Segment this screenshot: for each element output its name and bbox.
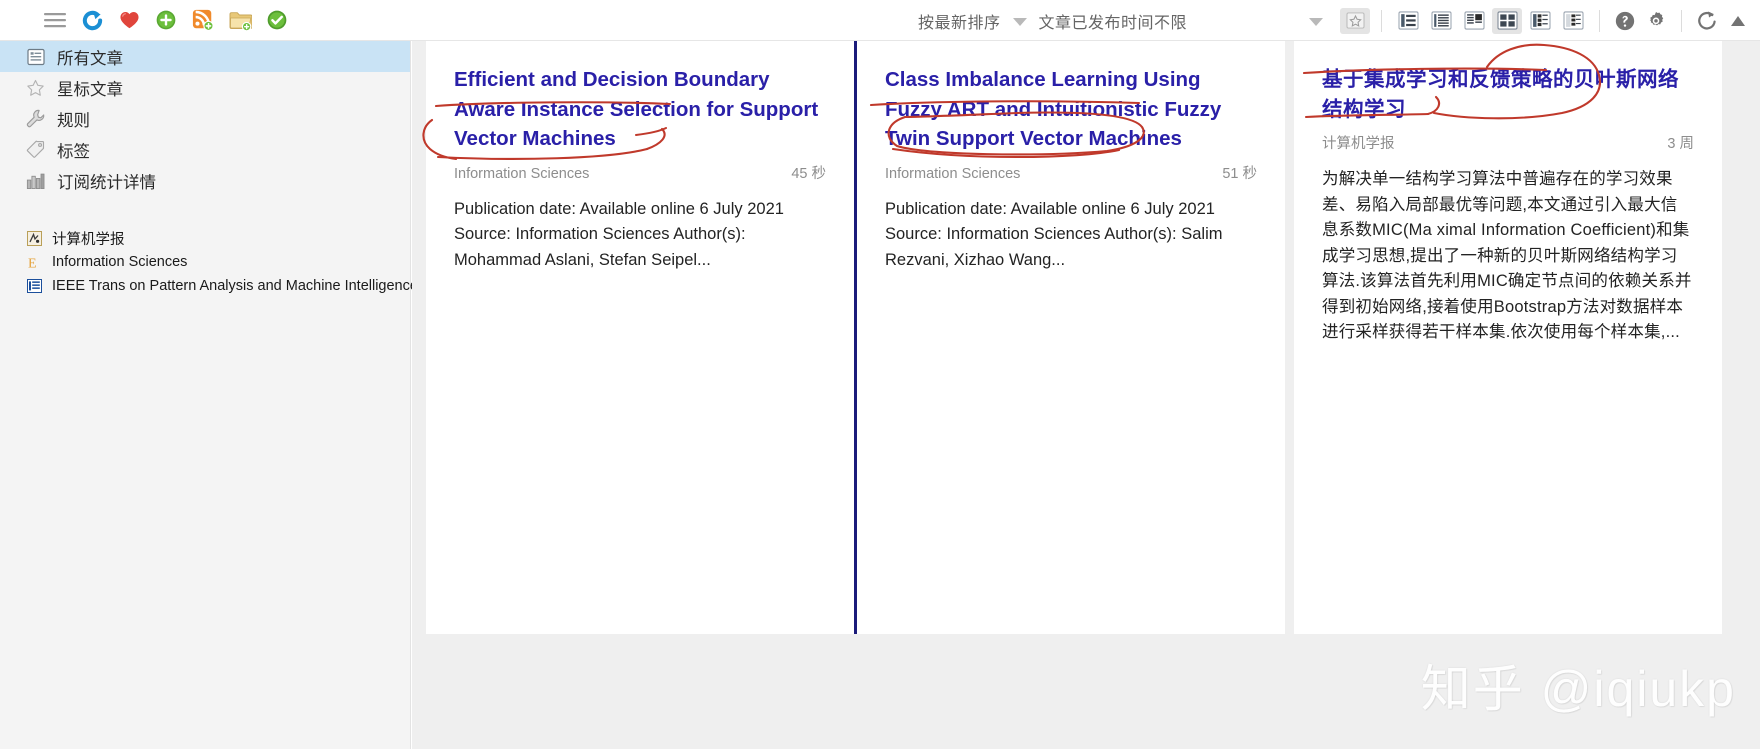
- time-filter-label[interactable]: 文章已发布时间不限: [1039, 9, 1188, 33]
- article-meta: Information Sciences 51 秒: [885, 162, 1257, 183]
- sidebar-item-rules[interactable]: 规则: [0, 103, 410, 134]
- view-card[interactable]: [1492, 7, 1522, 34]
- article-meta: 计算机学报 3 周: [1322, 132, 1694, 153]
- hamburger-menu-icon[interactable]: [42, 7, 68, 33]
- toolbar-filters: 按最新排序 文章已发布时间不限: [918, 0, 1187, 41]
- favorite-heart-icon[interactable]: [116, 7, 142, 33]
- article-source: Information Sciences: [454, 165, 590, 182]
- article-time: 3 周: [1667, 136, 1694, 152]
- feed-item-jisuanji-xuebao[interactable]: 计算机学报: [0, 226, 410, 250]
- refresh-feeds-icon[interactable]: [79, 7, 105, 33]
- article-summary: 为解决单一结构学习算法中普遍存在的学习效果差、易陷入局部最优等问题,本文通过引入…: [1322, 170, 1692, 341]
- feed-item-label: IEEE Trans on Pattern Analysis and Machi…: [52, 278, 418, 294]
- article-cards-container: Efficient and Decision Boundary Aware In…: [422, 41, 1722, 634]
- feed-favicon-elsevier-icon: E: [26, 254, 42, 270]
- sort-order-label[interactable]: 按最新排序: [918, 9, 1001, 33]
- feed-item-label: Information Sciences: [52, 254, 188, 270]
- article-source: 计算机学报: [1322, 136, 1395, 152]
- article-title[interactable]: Efficient and Decision Boundary Aware In…: [454, 65, 826, 154]
- card-gap: [1285, 41, 1294, 634]
- article-time: 51 秒: [1222, 165, 1257, 182]
- add-icon[interactable]: [153, 7, 179, 33]
- bar-chart-icon: [26, 171, 45, 190]
- watermark: 知乎 @iqiukp: [1420, 661, 1736, 717]
- gear-icon[interactable]: [1642, 7, 1670, 35]
- article-meta: Information Sciences 45 秒: [454, 162, 826, 183]
- view-list[interactable]: [1393, 8, 1423, 34]
- filter-chevron-down-icon[interactable]: [1309, 17, 1323, 26]
- add-folder-icon[interactable]: [227, 7, 253, 33]
- toolbar-divider-1: [1381, 9, 1382, 32]
- article-card[interactable]: Class Imbalance Learning Using Fuzzy ART…: [857, 41, 1285, 634]
- feed-favicon-ieee-icon: [26, 278, 42, 294]
- collapse-caret-icon[interactable]: [1724, 7, 1752, 35]
- article-card[interactable]: Efficient and Decision Boundary Aware In…: [422, 41, 854, 634]
- rss-reader-window: 按最新排序 文章已发布时间不限 所有文章 星标文章 规则 标签 订阅统计详情 计…: [0, 0, 1760, 749]
- sort-chevron-down-icon[interactable]: [1012, 17, 1027, 26]
- sidebar-item-label: 订阅统计详情: [57, 173, 156, 192]
- view-split[interactable]: [1558, 8, 1588, 34]
- toolbar-left-actions: [0, 7, 290, 33]
- article-card[interactable]: 基于集成学习和反馈策略的贝叶斯网络结构学习 计算机学报 3 周 为解决单一结构学…: [1294, 41, 1722, 634]
- feed-item-label: 计算机学报: [52, 231, 125, 248]
- wrench-icon: [26, 109, 45, 128]
- sidebar-item-label: 规则: [57, 111, 90, 130]
- sidebar-item-statistics[interactable]: 订阅统计详情: [0, 165, 410, 196]
- top-toolbar: 按最新排序 文章已发布时间不限: [0, 0, 1760, 41]
- sidebar: 所有文章 星标文章 规则 标签 订阅统计详情 计算机学报 E Informati…: [0, 41, 418, 749]
- view-magazine[interactable]: [1459, 8, 1489, 34]
- help-icon[interactable]: [1611, 7, 1639, 35]
- sync-refresh-icon[interactable]: [1693, 7, 1721, 35]
- mark-read-check-icon[interactable]: [264, 7, 290, 33]
- tag-icon: [26, 140, 45, 159]
- feed-favicon-jisuanji-icon: [26, 230, 42, 246]
- sidebar-item-label: 星标文章: [57, 80, 123, 99]
- star-filter-icon[interactable]: [1340, 7, 1370, 34]
- add-rss-feed-icon[interactable]: [190, 7, 216, 33]
- feed-item-information-sciences[interactable]: E Information Sciences: [0, 250, 410, 274]
- toolbar-divider-2: [1599, 9, 1600, 32]
- article-title[interactable]: Class Imbalance Learning Using Fuzzy ART…: [885, 65, 1257, 154]
- toolbar-divider-3: [1681, 9, 1682, 32]
- article-title[interactable]: 基于集成学习和反馈策略的贝叶斯网络结构学习: [1322, 65, 1694, 124]
- svg-text:E: E: [28, 256, 37, 270]
- view-compact[interactable]: [1426, 8, 1456, 34]
- article-source: Information Sciences: [885, 165, 1021, 182]
- star-icon: [26, 78, 45, 97]
- sidebar-item-starred[interactable]: 星标文章: [0, 72, 410, 103]
- sidebar-item-label: 标签: [57, 142, 90, 161]
- toolbar-right-actions: [1309, 0, 1752, 41]
- all-articles-icon: [26, 47, 45, 66]
- sidebar-item-label: 所有文章: [57, 49, 123, 68]
- sidebar-item-tags[interactable]: 标签: [0, 134, 410, 165]
- sidebar-item-all-articles[interactable]: 所有文章: [0, 41, 410, 72]
- article-time: 45 秒: [791, 165, 826, 182]
- subscribed-feeds-list: 计算机学报 E Information Sciences IEEE Trans …: [0, 226, 418, 298]
- article-summary: Publication date: Available online 6 Jul…: [885, 199, 1223, 269]
- article-summary: Publication date: Available online 6 Jul…: [454, 199, 784, 269]
- article-list-area: Efficient and Decision Boundary Aware In…: [412, 41, 1760, 749]
- feed-item-ieee-tpami[interactable]: IEEE Trans on Pattern Analysis and Machi…: [0, 274, 418, 298]
- view-grid[interactable]: [1525, 8, 1555, 34]
